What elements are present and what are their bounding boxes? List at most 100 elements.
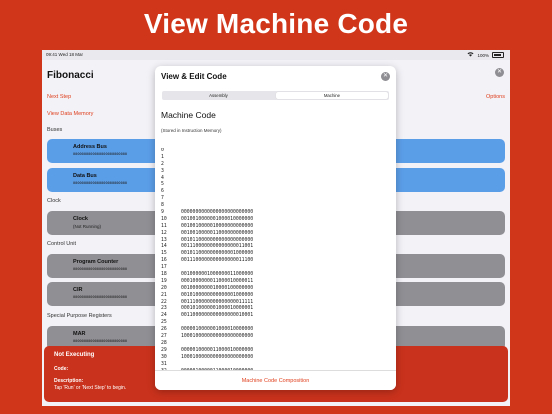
code-line: 3 bbox=[161, 169, 391, 176]
code-line: 28 bbox=[161, 341, 391, 348]
code-line: 9 0000000000000000000000000 bbox=[161, 210, 391, 217]
row-value: 0000000000000000000000000 bbox=[73, 339, 128, 343]
code-line-number: 28 bbox=[161, 340, 167, 346]
code-line: 8 bbox=[161, 203, 391, 210]
code-line-number: 2 bbox=[161, 161, 164, 167]
code-line-bits: 0010000001000000011000000 bbox=[181, 272, 254, 278]
code-line-number: 0 bbox=[161, 148, 164, 153]
code-line-number: 17 bbox=[161, 265, 167, 271]
row-name: MAR bbox=[73, 331, 86, 337]
code-line: 4 bbox=[161, 176, 391, 183]
code-line-bits: 1000100000000000000000000 bbox=[181, 354, 254, 360]
headline: View Machine Code bbox=[143, 8, 409, 39]
code-line-number: 10 bbox=[161, 216, 167, 222]
code-line-number: 31 bbox=[161, 361, 167, 367]
tab-assembly[interactable]: Assembly bbox=[162, 91, 275, 100]
code-line-number: 29 bbox=[161, 347, 167, 353]
code-line-number: 6 bbox=[161, 189, 164, 195]
code-line-bits: 0010000000010000100000000 bbox=[181, 285, 254, 291]
code-line: 30 1000100000000000000000000 bbox=[161, 355, 391, 362]
code-line: 24 0011000000000000000010001 bbox=[161, 313, 391, 320]
code-line-number: 18 bbox=[161, 272, 167, 278]
code-line-number: 4 bbox=[161, 175, 164, 181]
row-name: Clock bbox=[73, 216, 88, 222]
code-line-number: 20 bbox=[161, 285, 167, 291]
section-label-special-registers: Special Purpose Registers bbox=[47, 313, 112, 319]
code-line-number: 12 bbox=[161, 230, 167, 236]
code-line-number: 1 bbox=[161, 154, 164, 160]
code-line: 20 0010000000010000100000000 bbox=[161, 286, 391, 293]
code-line: 1 bbox=[161, 155, 391, 162]
code-line-bits: 0010100000000000001000000 bbox=[181, 292, 254, 298]
code-line: 2 bbox=[161, 162, 391, 169]
section-label-control-unit: Control Unit bbox=[47, 241, 77, 247]
code-line: 18 0010000001000000011000000 bbox=[161, 272, 391, 279]
section-label-clock: Clock bbox=[47, 198, 61, 204]
battery-icon bbox=[492, 52, 504, 58]
section-label-buses: Buses bbox=[47, 127, 63, 133]
code-line-number: 8 bbox=[161, 203, 164, 209]
code-line-number: 7 bbox=[161, 196, 164, 202]
code-line: 12 0010010000011000000000000 bbox=[161, 231, 391, 238]
execution-title: Not Executing bbox=[54, 352, 95, 358]
row-value: 0000000000000000000000000 bbox=[73, 181, 128, 185]
code-line: 19 0001000000011000010000011 bbox=[161, 279, 391, 286]
code-line-bits: 0010010000011000000000000 bbox=[181, 230, 254, 236]
status-bar: 09:41 Wed 18 Mar 100% bbox=[42, 50, 510, 60]
options-button[interactable]: Options bbox=[486, 94, 505, 100]
code-line-number: 21 bbox=[161, 292, 167, 298]
machine-code-composition-link[interactable]: Machine Code Composition bbox=[155, 371, 396, 390]
row-name: Program Counter bbox=[73, 259, 119, 265]
code-line: 6 bbox=[161, 189, 391, 196]
code-line-number: 3 bbox=[161, 168, 164, 174]
code-line-number: 19 bbox=[161, 278, 167, 284]
code-line: 27 1000100000000000000000000 bbox=[161, 334, 391, 341]
code-line: 31 bbox=[161, 362, 391, 369]
edit-code-modal: View & Edit Code ✕ Assembly Machine Mach… bbox=[155, 66, 396, 390]
execution-code-label: Code: bbox=[54, 366, 69, 372]
row-value: (Not Running) bbox=[73, 224, 102, 229]
code-line: 16 0011100000000000000011100 bbox=[161, 258, 391, 265]
code-line-bits: 1000100000000000000000000 bbox=[181, 334, 254, 340]
code-view-segmented-control: Assembly Machine bbox=[162, 91, 389, 100]
machine-code-heading: Machine Code bbox=[161, 110, 216, 120]
row-value: 0000000000000000000000000 bbox=[73, 267, 128, 271]
code-line: 10 0010010000001000010000000 bbox=[161, 217, 391, 224]
code-line-bits: 0010010000010000000000000 bbox=[181, 223, 254, 229]
code-line-bits: 0001000000011000010000011 bbox=[181, 278, 254, 284]
status-date: Wed 18 Mar bbox=[58, 52, 83, 57]
row-name: Address Bus bbox=[73, 144, 107, 150]
status-time: 09:41 Wed 18 Mar bbox=[46, 52, 83, 57]
machine-code-editor[interactable]: 0 1 2 3 4 5 6 7 8 9 0000000000000000000000000 10 001… bbox=[161, 148, 391, 370]
machine-code-subheading: (Stored in Instruction Memory) bbox=[161, 128, 222, 133]
code-line-bits: 0011100000000000000011100 bbox=[181, 258, 254, 264]
code-line-bits: 0011000000000000000010001 bbox=[181, 313, 254, 319]
close-icon[interactable]: ✕ bbox=[495, 68, 504, 77]
close-icon[interactable]: ✕ bbox=[381, 72, 390, 81]
code-line: 26 0000010000001000010000000 bbox=[161, 327, 391, 334]
row-value: 0000000000000000000000000 bbox=[73, 295, 128, 299]
row-name: CIR bbox=[73, 287, 83, 293]
code-line: 29 0000010000011000010000000 bbox=[161, 348, 391, 355]
code-line: 0 bbox=[161, 148, 391, 155]
code-line-number: 5 bbox=[161, 182, 164, 188]
row-value: 0000000000000000000000000 bbox=[73, 152, 128, 156]
status-right: 100% bbox=[467, 52, 504, 58]
wifi-icon bbox=[467, 52, 474, 58]
code-line-bits: 0000000000000000000000000 bbox=[181, 210, 254, 216]
code-line-bits: 0010010000001000010000000 bbox=[181, 216, 254, 222]
view-data-memory-link[interactable]: View Data Memory bbox=[47, 111, 93, 117]
app-title: Fibonacci bbox=[47, 70, 94, 81]
code-line-bits: 0000010000011000010000000 bbox=[181, 347, 254, 353]
tab-machine[interactable]: Machine bbox=[275, 91, 389, 100]
next-step-button[interactable]: Next Step bbox=[47, 94, 71, 100]
code-line-number: 27 bbox=[161, 334, 167, 340]
code-line: 7 bbox=[161, 196, 391, 203]
execution-description-label: Description: bbox=[54, 378, 84, 384]
code-line-number: 30 bbox=[161, 354, 167, 360]
battery-percent: 100% bbox=[477, 52, 489, 58]
code-line-number: 11 bbox=[161, 223, 167, 229]
code-line: 21 0010100000000000001000000 bbox=[161, 293, 391, 300]
code-line: 5 bbox=[161, 182, 391, 189]
code-line: 17 bbox=[161, 265, 391, 272]
